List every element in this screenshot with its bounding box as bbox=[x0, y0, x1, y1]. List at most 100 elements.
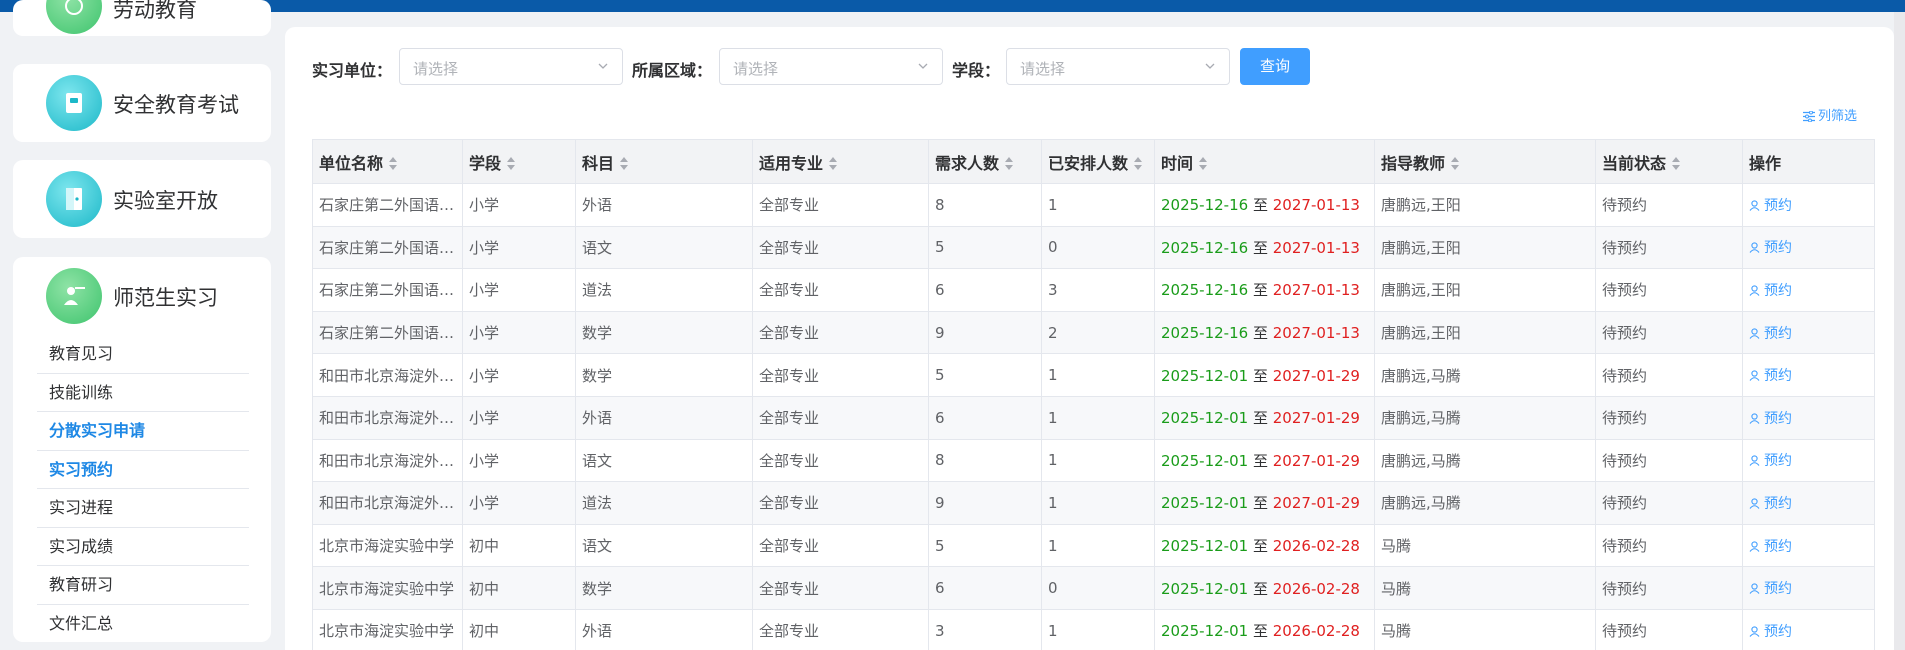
cell-unit-name: 和田市北京海淀外国语学校 bbox=[312, 438, 463, 483]
sort-icon[interactable] bbox=[829, 156, 838, 171]
sort-icon[interactable] bbox=[389, 156, 398, 171]
col-major[interactable]: 适用专业 bbox=[752, 139, 929, 184]
cell-major: 全部专业 bbox=[752, 608, 929, 650]
region-select[interactable]: 请选择 bbox=[719, 48, 943, 85]
sidebar-card-safety-exam[interactable]: 安全教育考试 bbox=[13, 64, 271, 142]
start-date: 2025-12-16 bbox=[1161, 196, 1249, 215]
col-stage[interactable]: 学段 bbox=[462, 139, 576, 184]
sort-icon[interactable] bbox=[507, 156, 516, 171]
date-separator: 至 bbox=[1252, 451, 1268, 470]
end-date: 2027-01-29 bbox=[1272, 451, 1360, 470]
cell-action: 预约 bbox=[1742, 481, 1875, 525]
submenu-item-file-summary[interactable]: 文件汇总 bbox=[37, 605, 249, 644]
cell-stage: 小学 bbox=[462, 353, 576, 397]
unit-filter-label: 实习单位： bbox=[312, 61, 393, 80]
column-filter-button[interactable]: 列筛选 bbox=[1803, 105, 1857, 124]
page-scrollbar[interactable] bbox=[1894, 12, 1905, 650]
door-icon bbox=[46, 171, 102, 227]
cell-time: 2025-12-01 至 2026-02-28 bbox=[1154, 523, 1375, 568]
book-button[interactable]: 预约 bbox=[1749, 326, 1792, 342]
stage-select[interactable]: 请选择 bbox=[1006, 48, 1230, 85]
book-button[interactable]: 预约 bbox=[1749, 240, 1792, 256]
cell-status: 待预约 bbox=[1595, 438, 1743, 483]
cell-stage: 小学 bbox=[462, 395, 576, 440]
internship-table: 单位名称 学段 科目 适用专业 需求人数 已安排人数 时间 指导教师 当前状态 … bbox=[312, 139, 1875, 650]
cell-stage: 小学 bbox=[462, 268, 576, 312]
cell-need: 5 bbox=[928, 523, 1042, 568]
col-status[interactable]: 当前状态 bbox=[1595, 139, 1743, 184]
book-button[interactable]: 预约 bbox=[1749, 198, 1792, 214]
cell-action: 预约 bbox=[1742, 395, 1875, 440]
cell-unit-name: 和田市北京海淀外国语学校 bbox=[312, 353, 463, 397]
cell-action: 预约 bbox=[1742, 523, 1875, 568]
chevron-down-icon bbox=[598, 63, 608, 69]
sidebar-card-lab-open[interactable]: 实验室开放 bbox=[13, 160, 271, 238]
end-date: 2026-02-28 bbox=[1272, 622, 1360, 641]
user-icon bbox=[1749, 626, 1760, 637]
end-date: 2027-01-29 bbox=[1272, 366, 1360, 385]
user-icon bbox=[1749, 242, 1760, 254]
end-date: 2027-01-13 bbox=[1272, 281, 1360, 300]
cell-action: 预约 bbox=[1742, 353, 1875, 397]
book-button[interactable]: 预约 bbox=[1749, 368, 1792, 384]
cell-subject: 道法 bbox=[575, 481, 753, 525]
sort-icon[interactable] bbox=[1199, 156, 1208, 171]
query-button[interactable]: 查询 bbox=[1240, 48, 1310, 85]
sort-icon[interactable] bbox=[1005, 156, 1014, 171]
internship-submenu: 教育见习 技能训练 分散实习申请 实习预约 实习进程 实习成绩 教育研习 文件汇… bbox=[37, 335, 249, 643]
sort-icon[interactable] bbox=[1672, 156, 1681, 171]
cell-time: 2025-12-01 至 2027-01-29 bbox=[1154, 395, 1375, 440]
book-button[interactable]: 预约 bbox=[1749, 283, 1792, 299]
cell-major: 全部专业 bbox=[752, 268, 929, 312]
cell-unit-name: 和田市北京海淀外国语学校 bbox=[312, 395, 463, 440]
book-button[interactable]: 预约 bbox=[1749, 411, 1792, 427]
sort-icon[interactable] bbox=[1451, 156, 1460, 171]
sort-icon[interactable] bbox=[1134, 156, 1143, 171]
table-row: 石家庄第二外国语学校 小学 道法 全部专业 6 3 2025-12-16 至 2027-01… bbox=[312, 268, 1875, 312]
cell-need: 3 bbox=[928, 608, 1042, 650]
cell-arranged: 1 bbox=[1041, 438, 1155, 483]
cell-arranged: 0 bbox=[1041, 566, 1155, 610]
stage-filter-label: 学段： bbox=[952, 61, 1001, 80]
book-button[interactable]: 预约 bbox=[1749, 496, 1792, 512]
col-arranged[interactable]: 已安排人数 bbox=[1041, 139, 1155, 184]
start-date: 2025-12-16 bbox=[1161, 238, 1249, 257]
region-select-placeholder: 请选择 bbox=[733, 60, 779, 78]
book-button[interactable]: 预约 bbox=[1749, 539, 1792, 555]
cell-stage: 小学 bbox=[462, 438, 576, 483]
submenu-item-internship-booking[interactable]: 实习预约 bbox=[37, 451, 249, 489]
cell-unit-name: 石家庄第二外国语学校 bbox=[312, 225, 463, 270]
book-button-label: 预约 bbox=[1764, 240, 1792, 257]
sidebar-card-title: 师范生实习 bbox=[113, 286, 218, 310]
book-button-label: 预约 bbox=[1764, 581, 1792, 598]
sidebar-card-labor[interactable]: 劳动教育 bbox=[13, 0, 271, 36]
cell-major: 全部专业 bbox=[752, 395, 929, 440]
cell-subject: 数学 bbox=[575, 310, 753, 355]
cell-time: 2025-12-01 至 2027-01-29 bbox=[1154, 438, 1375, 483]
col-teacher[interactable]: 指导教师 bbox=[1374, 139, 1596, 184]
submenu-item-scattered-internship[interactable]: 分散实习申请 bbox=[37, 412, 249, 451]
cell-need: 9 bbox=[928, 310, 1042, 355]
cell-teacher: 唐鹏远,马腾 bbox=[1374, 395, 1596, 440]
cell-major: 全部专业 bbox=[752, 353, 929, 397]
col-time[interactable]: 时间 bbox=[1154, 139, 1375, 184]
book-button[interactable]: 预约 bbox=[1749, 581, 1792, 597]
date-separator: 至 bbox=[1252, 537, 1268, 556]
cell-time: 2025-12-01 至 2026-02-28 bbox=[1154, 566, 1375, 610]
col-unit-name[interactable]: 单位名称 bbox=[312, 139, 463, 184]
submenu-item-internship-progress[interactable]: 实习进程 bbox=[37, 489, 249, 528]
cell-major: 全部专业 bbox=[752, 438, 929, 483]
submenu-item-education-observation[interactable]: 教育见习 bbox=[37, 335, 249, 374]
cell-action: 预约 bbox=[1742, 225, 1875, 270]
col-subject[interactable]: 科目 bbox=[575, 139, 753, 184]
sort-icon[interactable] bbox=[620, 156, 629, 171]
unit-select[interactable]: 请选择 bbox=[399, 48, 623, 85]
book-button[interactable]: 预约 bbox=[1749, 453, 1792, 469]
submenu-item-internship-score[interactable]: 实习成绩 bbox=[37, 528, 249, 566]
submenu-item-skill-training[interactable]: 技能训练 bbox=[37, 374, 249, 412]
date-separator: 至 bbox=[1252, 366, 1268, 385]
col-action: 操作 bbox=[1742, 139, 1875, 184]
submenu-item-education-research[interactable]: 教育研习 bbox=[37, 566, 249, 605]
col-need[interactable]: 需求人数 bbox=[928, 139, 1042, 184]
book-button[interactable]: 预约 bbox=[1749, 624, 1792, 640]
